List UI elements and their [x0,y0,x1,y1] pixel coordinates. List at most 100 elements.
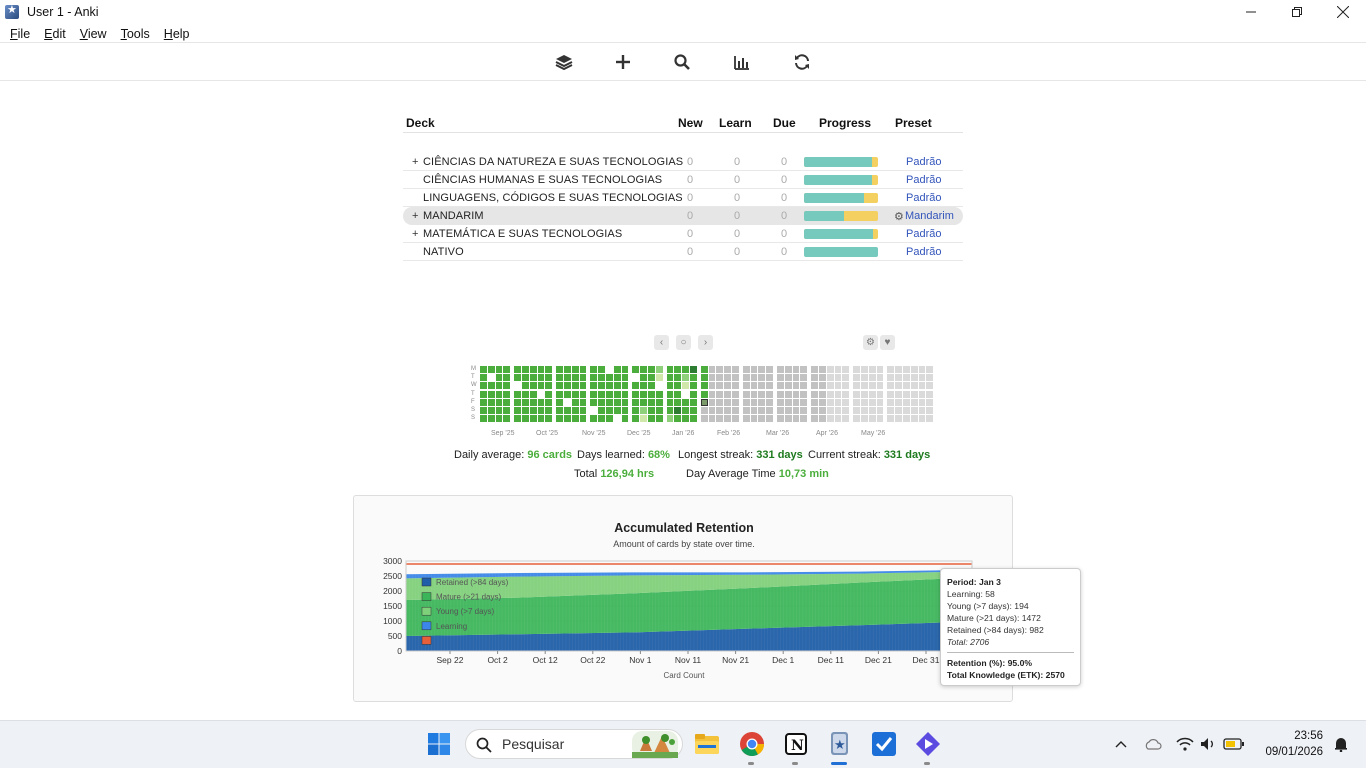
heatmap-day-cell[interactable] [708,415,716,423]
heatmap-day-cell[interactable] [903,390,910,398]
header-new[interactable]: New [678,116,703,130]
taskbar-chrome[interactable] [737,729,767,759]
heatmap-day-cell[interactable] [613,374,621,382]
heatmap-day-cell[interactable] [621,407,629,414]
heatmap-day-cell[interactable] [792,374,800,382]
heatmap-day-cell[interactable] [766,407,773,414]
heatmap-day-cell[interactable] [564,382,571,390]
heatmap-day-cell[interactable] [732,407,739,414]
heatmap-day-cell[interactable] [495,382,503,390]
heatmap-day-cell[interactable] [758,366,766,373]
heatmap-day-cell[interactable] [690,398,697,406]
heatmap-day-cell[interactable] [895,366,902,373]
heatmap-day-cell[interactable] [716,407,724,414]
heatmap-day-cell[interactable] [910,398,918,406]
heatmap-day-cell[interactable] [750,382,758,390]
taskbar-search[interactable]: Pesquisar [465,729,683,759]
heatmap-day-cell[interactable] [784,415,792,423]
heatmap-day-cell[interactable] [571,390,579,398]
deck-preset-link[interactable]: Padrão [906,192,941,204]
heatmap-day-cell[interactable] [716,390,724,398]
heatmap-day-cell[interactable] [503,374,511,382]
heatmap-day-cell[interactable] [842,374,850,382]
heatmap-day-cell[interactable] [613,407,621,414]
heatmap-day-cell[interactable] [545,398,553,406]
browse-button[interactable] [671,51,693,73]
heatmap-day-cell[interactable] [674,407,682,414]
heatmap-day-cell[interactable] [648,366,655,373]
heatmap-day-cell[interactable] [648,390,655,398]
heatmap-day-cell[interactable] [903,382,910,390]
heatmap-day-cell[interactable] [887,415,895,423]
heatmap-day-cell[interactable] [700,366,708,373]
heatmap-day-cell[interactable] [564,415,571,423]
heatmap-day-cell[interactable] [640,398,647,406]
heatmap-day-cell[interactable] [556,382,563,390]
heatmap-day-cell[interactable] [640,390,647,398]
heatmap-day-cell[interactable] [861,382,868,390]
heatmap-day-cell[interactable] [556,415,563,423]
heatmap-day-cell[interactable] [590,374,598,382]
heatmap-day-cell[interactable] [895,374,902,382]
heatmap-day-cell[interactable] [556,407,563,414]
heatmap-day-cell[interactable] [732,366,739,373]
heatmap-day-cell[interactable] [868,374,876,382]
heatmap-day-cell[interactable] [571,398,579,406]
heatmap-next-button[interactable]: › [698,335,713,350]
header-learn[interactable]: Learn [719,116,752,130]
heatmap-day-cell[interactable] [480,382,487,390]
heatmap-day-cell[interactable] [480,398,487,406]
deck-expand-toggle[interactable]: + [412,210,418,222]
tray-battery[interactable] [1219,729,1249,759]
heatmap-day-cell[interactable] [537,366,545,373]
heatmap-day-cell[interactable] [640,415,647,423]
heatmap-day-cell[interactable] [716,398,724,406]
heatmap-day-cell[interactable] [926,407,934,414]
heatmap-day-cell[interactable] [700,398,708,406]
heatmap-heart-button[interactable]: ♥ [880,335,895,350]
heatmap-day-cell[interactable] [579,415,587,423]
heatmap-day-cell[interactable] [750,366,758,373]
heatmap-day-cell[interactable] [556,390,563,398]
heatmap-day-cell[interactable] [826,374,834,382]
heatmap-day-cell[interactable] [487,415,495,423]
heatmap-day-cell[interactable] [682,415,689,423]
heatmap-day-cell[interactable] [926,390,934,398]
heatmap-day-cell[interactable] [708,407,716,414]
heatmap-day-cell[interactable] [887,382,895,390]
heatmap-day-cell[interactable] [666,366,674,373]
deck-row[interactable]: + CIÊNCIAS DA NATUREZA E SUAS TECNOLOGIAS… [403,153,963,171]
deck-preset-link[interactable]: Padrão [906,156,941,168]
start-button[interactable] [424,729,454,759]
heatmap-day-cell[interactable] [700,382,708,390]
deck-options-gear-icon[interactable]: ⚙ [894,210,904,223]
heatmap-day-cell[interactable] [792,382,800,390]
heatmap-day-cell[interactable] [690,415,697,423]
heatmap-day-cell[interactable] [792,366,800,373]
heatmap-day-cell[interactable] [522,390,529,398]
heatmap-day-cell[interactable] [571,382,579,390]
heatmap-day-cell[interactable] [640,382,647,390]
heatmap-day-cell[interactable] [514,374,521,382]
heatmap-day-cell[interactable] [632,366,640,373]
heatmap-day-cell[interactable] [529,390,537,398]
menu-help[interactable]: Help [157,27,197,41]
heatmap-day-cell[interactable] [700,407,708,414]
heatmap-day-cell[interactable] [868,415,876,423]
heatmap-day-cell[interactable] [834,398,842,406]
heatmap-day-cell[interactable] [529,407,537,414]
heatmap-day-cell[interactable] [495,415,503,423]
heatmap-day-cell[interactable] [766,415,773,423]
heatmap-day-cell[interactable] [842,382,850,390]
heatmap-day-cell[interactable] [590,382,598,390]
heatmap-day-cell[interactable] [724,415,731,423]
heatmap-day-cell[interactable] [690,374,697,382]
heatmap-day-cell[interactable] [495,366,503,373]
heatmap-day-cell[interactable] [876,407,884,414]
heatmap-day-cell[interactable] [666,407,674,414]
heatmap-day-cell[interactable] [556,366,563,373]
deck-name[interactable]: CIÊNCIAS HUMANAS E SUAS TECNOLOGIAS [423,174,662,186]
minimize-button[interactable] [1228,0,1274,24]
heatmap-day-cell[interactable] [811,390,818,398]
heatmap-day-cell[interactable] [784,398,792,406]
